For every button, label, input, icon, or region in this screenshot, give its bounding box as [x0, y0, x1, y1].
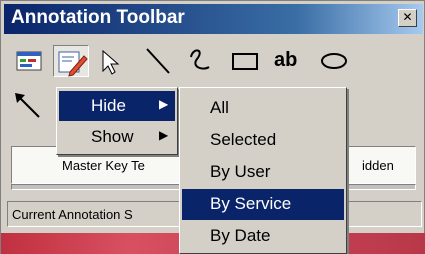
submenu-item-by-user[interactable]: By User — [182, 157, 344, 188]
close-button[interactable]: ✕ — [398, 9, 417, 27]
status-text: Current Annotation S — [12, 207, 133, 222]
line-icon — [146, 48, 170, 74]
annotation-toolbar-window: Annotation Toolbar ✕ ab Master Key Te id… — [0, 0, 425, 254]
title-bar[interactable]: Annotation Toolbar ✕ — [4, 4, 423, 34]
line-tool-button[interactable] — [141, 45, 177, 77]
submenu-item-label: All — [210, 98, 229, 117]
select-pointer-button[interactable] — [93, 45, 129, 77]
panel-right-text: idden — [362, 158, 394, 173]
annotation-manager-icon — [16, 51, 42, 71]
menu-item-show[interactable]: Show ▶ — [59, 122, 175, 152]
submenu-arrow-icon: ▶ — [159, 128, 169, 142]
ellipse-icon — [321, 53, 347, 69]
hide-submenu: All Selected By User By Service By Date — [179, 87, 347, 254]
submenu-item-all[interactable]: All — [182, 93, 344, 124]
rectangle-tool-button[interactable] — [229, 45, 265, 77]
text-tool-button[interactable]: ab — [274, 49, 297, 72]
submenu-arrow-icon: ▶ — [159, 97, 169, 111]
submenu-item-label: Selected — [210, 130, 277, 149]
ellipse-tool-button[interactable] — [317, 45, 353, 77]
submenu-item-label: By Service — [210, 194, 292, 213]
panel-left-text: Master Key Te — [62, 158, 145, 173]
select-pointer-icon — [102, 49, 120, 75]
menu-item-hide[interactable]: Hide ▶ — [59, 91, 175, 121]
arrow-tool-button[interactable] — [11, 89, 45, 123]
submenu-item-by-date[interactable]: By Date — [182, 221, 344, 252]
window-title: Annotation Toolbar — [11, 7, 185, 28]
edit-annotation-button[interactable] — [53, 45, 89, 77]
submenu-item-label: By Date — [210, 226, 271, 245]
freehand-icon — [190, 49, 210, 70]
submenu-item-selected[interactable]: Selected — [182, 125, 344, 156]
edit-annotation-icon — [58, 51, 88, 77]
submenu-item-by-service[interactable]: By Service — [182, 189, 344, 220]
arrow-icon — [15, 93, 40, 118]
annotation-manager-button[interactable] — [13, 45, 49, 77]
freehand-tool-button[interactable] — [183, 45, 219, 77]
rectangle-icon — [232, 53, 258, 70]
close-icon: ✕ — [402, 10, 413, 24]
menu-item-hide-label: Hide — [91, 96, 126, 115]
submenu-item-label: By User — [210, 162, 271, 181]
menu-item-show-label: Show — [91, 127, 134, 146]
context-menu: Hide ▶ Show ▶ — [56, 87, 178, 155]
